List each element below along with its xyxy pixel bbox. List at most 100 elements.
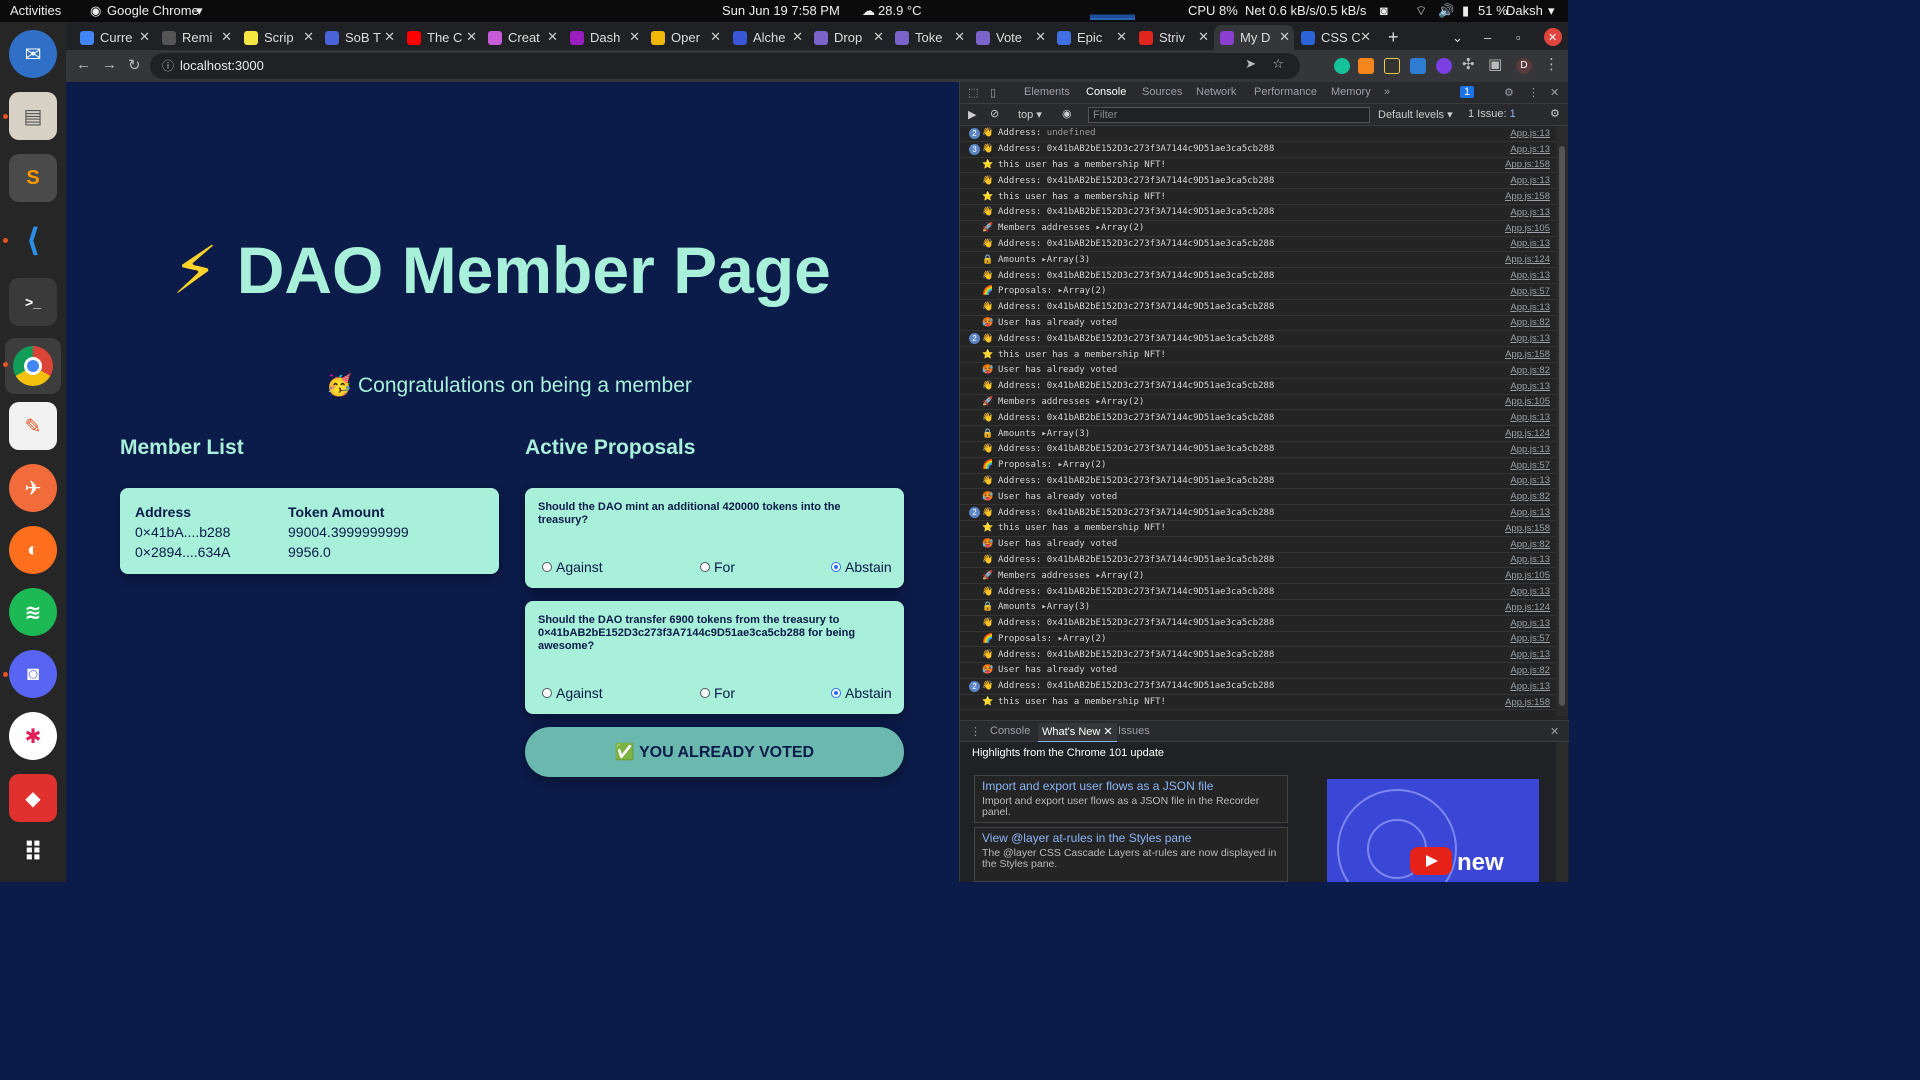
console-message[interactable]: ⭐ this user has a membership NFT! App.js:1…: [960, 695, 1556, 711]
source-link[interactable]: App.js:13: [1510, 475, 1550, 486]
drawer-tab-console[interactable]: Console: [990, 725, 1030, 737]
tab-console[interactable]: Console: [1086, 86, 1127, 98]
source-link[interactable]: App.js:13: [1510, 270, 1550, 281]
device-toggle-icon[interactable]: ▯: [990, 86, 996, 99]
console-message[interactable]: 🔒 Amounts ▸Array(3) App.js:124: [960, 426, 1556, 442]
source-link[interactable]: App.js:13: [1510, 586, 1550, 597]
close-tab-icon[interactable]: ✕: [1116, 29, 1127, 45]
window-close-icon[interactable]: ✕: [1544, 28, 1562, 46]
console-message[interactable]: 🥵 User has already voted App.js:82: [960, 316, 1556, 332]
console-message[interactable]: 🥵 User has already voted App.js:82: [960, 363, 1556, 379]
already-voted-button[interactable]: ✅ YOU ALREADY VOTED: [525, 727, 904, 777]
console-message[interactable]: 👋 Address: 0x41bAB2bE152D3c273f3A7144c9D5…: [960, 410, 1556, 427]
console-message[interactable]: 🥵 User has already voted App.js:82: [960, 537, 1556, 553]
card-title[interactable]: Import and export user flows as a JSON f…: [982, 779, 1213, 793]
video-thumbnail[interactable]: new: [1327, 779, 1539, 882]
console-log[interactable]: 2 👋 Address: undefined App.js:13 3 👋 Address: …: [960, 126, 1556, 716]
source-link[interactable]: App.js:13: [1510, 618, 1550, 629]
source-link[interactable]: App.js:13: [1510, 444, 1550, 455]
console-message[interactable]: 🔒 Amounts ▸Array(3) App.js:124: [960, 252, 1556, 269]
vote-option-against[interactable]: Against: [542, 685, 603, 701]
lighthouse-icon[interactable]: [1384, 58, 1400, 74]
console-message[interactable]: 👋 Address: 0x41bAB2bE152D3c273f3A7144c9D5…: [960, 379, 1556, 395]
files-icon[interactable]: ▤: [9, 92, 57, 140]
source-link[interactable]: App.js:158: [1505, 523, 1550, 534]
browser-tab[interactable]: The C ✕: [401, 25, 481, 50]
close-tab-icon[interactable]: ✕: [466, 29, 477, 45]
console-message[interactable]: 🥵 User has already voted App.js:82: [960, 489, 1556, 506]
browser-tab[interactable]: CSS C ✕: [1295, 25, 1375, 50]
close-tab-icon[interactable]: ✕: [303, 29, 314, 45]
metamask-icon[interactable]: [1358, 58, 1374, 74]
radio-button[interactable]: [542, 562, 552, 572]
source-link[interactable]: App.js:158: [1505, 349, 1550, 360]
source-link[interactable]: App.js:82: [1510, 539, 1550, 550]
source-link[interactable]: App.js:13: [1510, 238, 1550, 249]
whats-new-card[interactable]: Import and export user flows as a JSON f…: [974, 775, 1288, 823]
console-message[interactable]: ⭐ this user has a membership NFT! App.js:1…: [960, 189, 1556, 205]
kebab-menu-icon[interactable]: ⋮: [1544, 55, 1559, 73]
tab-memory[interactable]: Memory: [1331, 86, 1371, 98]
battery-icon[interactable]: ▮: [1462, 3, 1469, 19]
source-link[interactable]: App.js:13: [1510, 412, 1550, 423]
firefox-icon[interactable]: ◐: [9, 526, 57, 574]
console-message[interactable]: ⭐ this user has a membership NFT! App.js:1…: [960, 521, 1556, 537]
weather-readout[interactable]: 28.9 °C: [878, 3, 922, 18]
side-panel-icon[interactable]: ▣: [1488, 55, 1502, 73]
vote-option-against[interactable]: Against: [542, 559, 603, 575]
puzzle-icon[interactable]: ✣: [1462, 55, 1475, 73]
scroll-thumb[interactable]: [1559, 146, 1565, 706]
source-link[interactable]: App.js:13: [1510, 381, 1550, 392]
console-message[interactable]: 🚀 Members addresses ▸Array(2) App.js:105: [960, 221, 1556, 237]
vote-option-abstain[interactable]: Abstain: [831, 685, 892, 701]
maximize-icon[interactable]: ▫: [1510, 25, 1521, 50]
tab-elements[interactable]: Elements: [1024, 86, 1070, 98]
anydesk-icon[interactable]: ◆: [9, 774, 57, 822]
vote-option-for[interactable]: For: [700, 685, 735, 701]
console-message[interactable]: 👋 Address: 0x41bAB2bE152D3c273f3A7144c9D5…: [960, 268, 1556, 284]
reload-icon[interactable]: ↻: [128, 56, 141, 74]
source-link[interactable]: App.js:105: [1505, 396, 1550, 407]
tab-search-icon[interactable]: ⌄: [1446, 25, 1463, 50]
source-link[interactable]: App.js:13: [1510, 144, 1550, 155]
console-message[interactable]: 👋 Address: 0x41bAB2bE152D3c273f3A7144c9D5…: [960, 553, 1556, 569]
clear-console-icon[interactable]: ⊘: [990, 107, 999, 120]
forward-icon[interactable]: →: [102, 56, 117, 73]
browser-tab[interactable]: Creat ✕: [482, 25, 562, 50]
console-message[interactable]: 2 👋 Address: 0x41bAB2bE152D3c273f3A7144c9D…: [960, 505, 1556, 521]
console-message[interactable]: 🥵 User has already voted App.js:82: [960, 663, 1556, 679]
close-icon[interactable]: ✕: [1550, 86, 1559, 99]
source-link[interactable]: App.js:82: [1510, 665, 1550, 676]
console-message[interactable]: ⭐ this user has a membership NFT! App.js:1…: [960, 347, 1556, 363]
browser-tab[interactable]: Alche ✕: [727, 25, 807, 50]
close-tab-icon[interactable]: ✕: [1360, 29, 1371, 45]
console-message[interactable]: 2 👋 Address: 0x41bAB2bE152D3c273f3A7144c9D…: [960, 331, 1556, 348]
drawer-tab-whats-new[interactable]: What's New ✕: [1038, 723, 1117, 743]
console-message[interactable]: 🚀 Members addresses ▸Array(2) App.js:105: [960, 568, 1556, 585]
whats-new-card[interactable]: View @layer at-rules in the Styles pane …: [974, 827, 1288, 882]
console-message[interactable]: 👋 Address: 0x41bAB2bE152D3c273f3A7144c9D5…: [960, 584, 1556, 600]
card-title[interactable]: View @layer at-rules in the Styles pane: [982, 831, 1191, 845]
close-tab-icon[interactable]: ✕: [873, 29, 884, 45]
source-link[interactable]: App.js:13: [1510, 681, 1550, 692]
minimize-icon[interactable]: –: [1478, 25, 1491, 50]
close-tab-icon[interactable]: ✕: [954, 29, 965, 45]
issue-count-link[interactable]: 1 Issue: 1: [1468, 108, 1516, 120]
source-link[interactable]: App.js:13: [1510, 207, 1550, 218]
slack-icon[interactable]: ✱: [9, 712, 57, 760]
close-tab-icon[interactable]: ✕: [1035, 29, 1046, 45]
radio-button[interactable]: [542, 688, 552, 698]
user-menu[interactable]: Daksh: [1506, 3, 1543, 18]
close-tab-icon[interactable]: ✕: [1279, 29, 1290, 45]
clock[interactable]: Sun Jun 19 7:58 PM: [722, 3, 840, 18]
console-message[interactable]: 🌈 Proposals: ▸Array(2) App.js:57: [960, 284, 1556, 300]
browser-tab[interactable]: Scrip ✕: [238, 25, 318, 50]
vscode-icon[interactable]: ⟨: [9, 216, 57, 264]
address-bar[interactable]: ⓘ localhost:3000 ➤ ☆: [150, 53, 1300, 79]
grammarly-icon[interactable]: [1334, 58, 1350, 74]
close-tab-icon[interactable]: ✕: [629, 29, 640, 45]
thunderbird-icon[interactable]: ✉: [9, 30, 57, 78]
source-link[interactable]: App.js:13: [1510, 507, 1550, 518]
browser-tab[interactable]: SoB T ✕: [319, 25, 399, 50]
source-link[interactable]: App.js:105: [1505, 223, 1550, 234]
